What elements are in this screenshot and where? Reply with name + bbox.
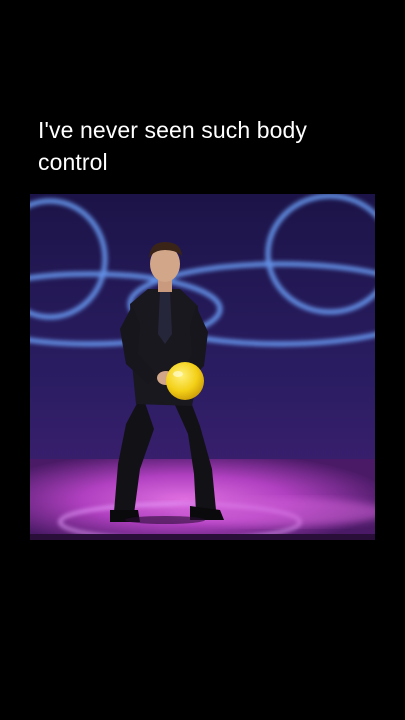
yellow-ball (166, 362, 204, 400)
post-caption: I've never seen such body control (38, 117, 307, 175)
video-frame-image (30, 194, 375, 540)
video-player[interactable] (30, 194, 375, 540)
